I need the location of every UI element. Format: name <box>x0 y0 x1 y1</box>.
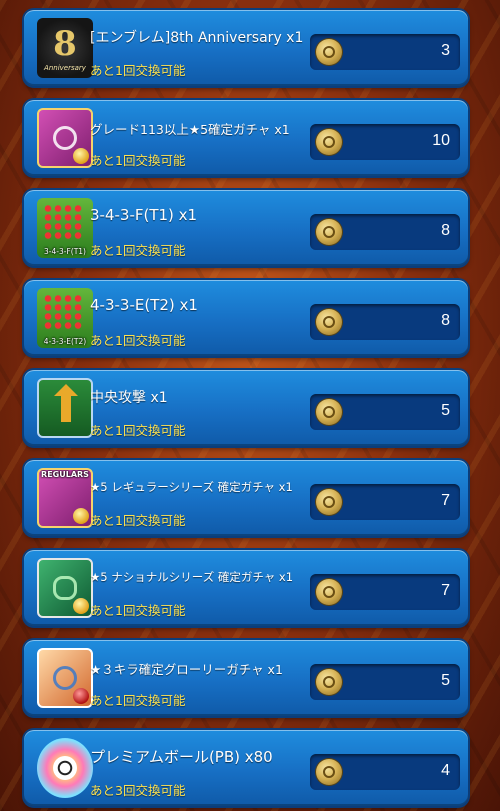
remaining-count: あと1回交換可能 <box>90 333 186 348</box>
price-value: 5 <box>441 402 450 419</box>
star-badge-icon <box>73 598 89 614</box>
exchange-coin-icon <box>316 39 342 65</box>
exchange-item-row[interactable]: グレード113以上★5確定ガチャ x1 あと1回交換可能 10 <box>24 100 468 176</box>
formation-icon: 4-3-3-E(T2) <box>37 288 93 348</box>
remaining-count: あと1回交換可能 <box>90 513 186 528</box>
exchange-item-row[interactable]: ★３キラ確定グローリーガチャ x1 あと1回交換可能 5 <box>24 640 468 716</box>
exchange-item-row[interactable]: 3-4-3-F(T1) 3-4-3-F(T1) x1 あと1回交換可能 8 <box>24 190 468 266</box>
formation-dots <box>43 294 83 330</box>
remaining-count: あと1回交換可能 <box>90 63 186 78</box>
gacha-logo-icon <box>53 126 77 150</box>
exchange-item-row[interactable]: 4-3-3-E(T2) 4-3-3-E(T2) x1 あと1回交換可能 8 <box>24 280 468 356</box>
item-title: 中央攻撃 x1 <box>90 390 168 406</box>
premium-ball-icon <box>37 738 93 798</box>
exchange-coin-icon <box>316 759 342 785</box>
grade-badge-icon <box>73 148 89 164</box>
item-title: ★３キラ確定グローリーガチャ x1 <box>90 662 283 677</box>
exchange-coin-icon <box>316 669 342 695</box>
exchange-price-button[interactable]: 3 <box>310 34 460 70</box>
gacha-logo-icon <box>53 666 77 690</box>
remaining-count: あと1回交換可能 <box>90 603 186 618</box>
remaining-count: あと1回交換可能 <box>90 243 186 258</box>
exchange-coin-icon <box>316 579 342 605</box>
central-attack-tactic-icon <box>37 378 93 438</box>
price-value: 5 <box>441 672 450 689</box>
remaining-count: あと1回交換可能 <box>90 423 186 438</box>
price-value: 8 <box>441 222 450 239</box>
price-value: 7 <box>441 582 450 599</box>
item-title: [エンブレム]8th Anniversary x1 <box>90 30 304 46</box>
remaining-count: あと3回交換可能 <box>90 783 186 798</box>
exchange-price-button[interactable]: 8 <box>310 304 460 340</box>
exchange-coin-icon <box>316 489 342 515</box>
national-gacha-icon <box>37 558 93 618</box>
exchange-price-button[interactable]: 4 <box>310 754 460 790</box>
price-value: 4 <box>441 762 450 779</box>
item-title: グレード113以上★5確定ガチャ x1 <box>90 122 290 137</box>
emblem-8th-icon: 8 Anniversary <box>37 18 93 78</box>
red-ball-icon <box>73 688 89 704</box>
exchange-coin-icon <box>316 219 342 245</box>
item-title: ★5 ナショナルシリーズ 確定ガチャ x1 <box>90 570 294 584</box>
exchange-item-row[interactable]: 8 Anniversary [エンブレム]8th Anniversary x1 … <box>24 10 468 86</box>
price-value: 8 <box>441 312 450 329</box>
exchange-price-button[interactable]: 10 <box>310 124 460 160</box>
purple-gacha-icon <box>37 108 93 168</box>
exchange-coin-icon <box>316 399 342 425</box>
exchange-price-button[interactable]: 7 <box>310 484 460 520</box>
exchange-item-row[interactable]: REGULARS ★5 レギュラーシリーズ 確定ガチャ x1 あと1回交換可能 … <box>24 460 468 536</box>
remaining-count: あと1回交換可能 <box>90 153 186 168</box>
item-title: プレミアムボール(PB) x80 <box>90 748 273 766</box>
item-title: ★5 レギュラーシリーズ 確定ガチャ x1 <box>90 480 293 494</box>
remaining-count: あと1回交換可能 <box>90 693 186 708</box>
price-value: 3 <box>441 42 450 59</box>
exchange-price-button[interactable]: 7 <box>310 574 460 610</box>
glory-gacha-icon <box>37 648 93 708</box>
item-title: 4-3-3-E(T2) x1 <box>90 296 198 314</box>
regulars-gacha-icon: REGULARS <box>37 468 93 528</box>
exchange-item-row[interactable]: ★5 ナショナルシリーズ 確定ガチャ x1 あと1回交換可能 7 <box>24 550 468 626</box>
exchange-price-button[interactable]: 5 <box>310 394 460 430</box>
exchange-price-button[interactable]: 5 <box>310 664 460 700</box>
arrow-up-icon <box>54 384 78 422</box>
star-badge-icon <box>73 508 89 524</box>
exchange-item-row[interactable]: プレミアムボール(PB) x80 あと3回交換可能 4 <box>24 730 468 806</box>
formation-dots <box>43 204 83 240</box>
price-value: 7 <box>441 492 450 509</box>
exchange-coin-icon <box>316 129 342 155</box>
item-title: 3-4-3-F(T1) x1 <box>90 206 198 224</box>
formation-icon: 3-4-3-F(T1) <box>37 198 93 258</box>
world-map-icon <box>53 576 77 600</box>
price-value: 10 <box>432 132 450 149</box>
exchange-price-button[interactable]: 8 <box>310 214 460 250</box>
exchange-item-row[interactable]: 中央攻撃 x1 あと1回交換可能 5 <box>24 370 468 446</box>
exchange-coin-icon <box>316 309 342 335</box>
